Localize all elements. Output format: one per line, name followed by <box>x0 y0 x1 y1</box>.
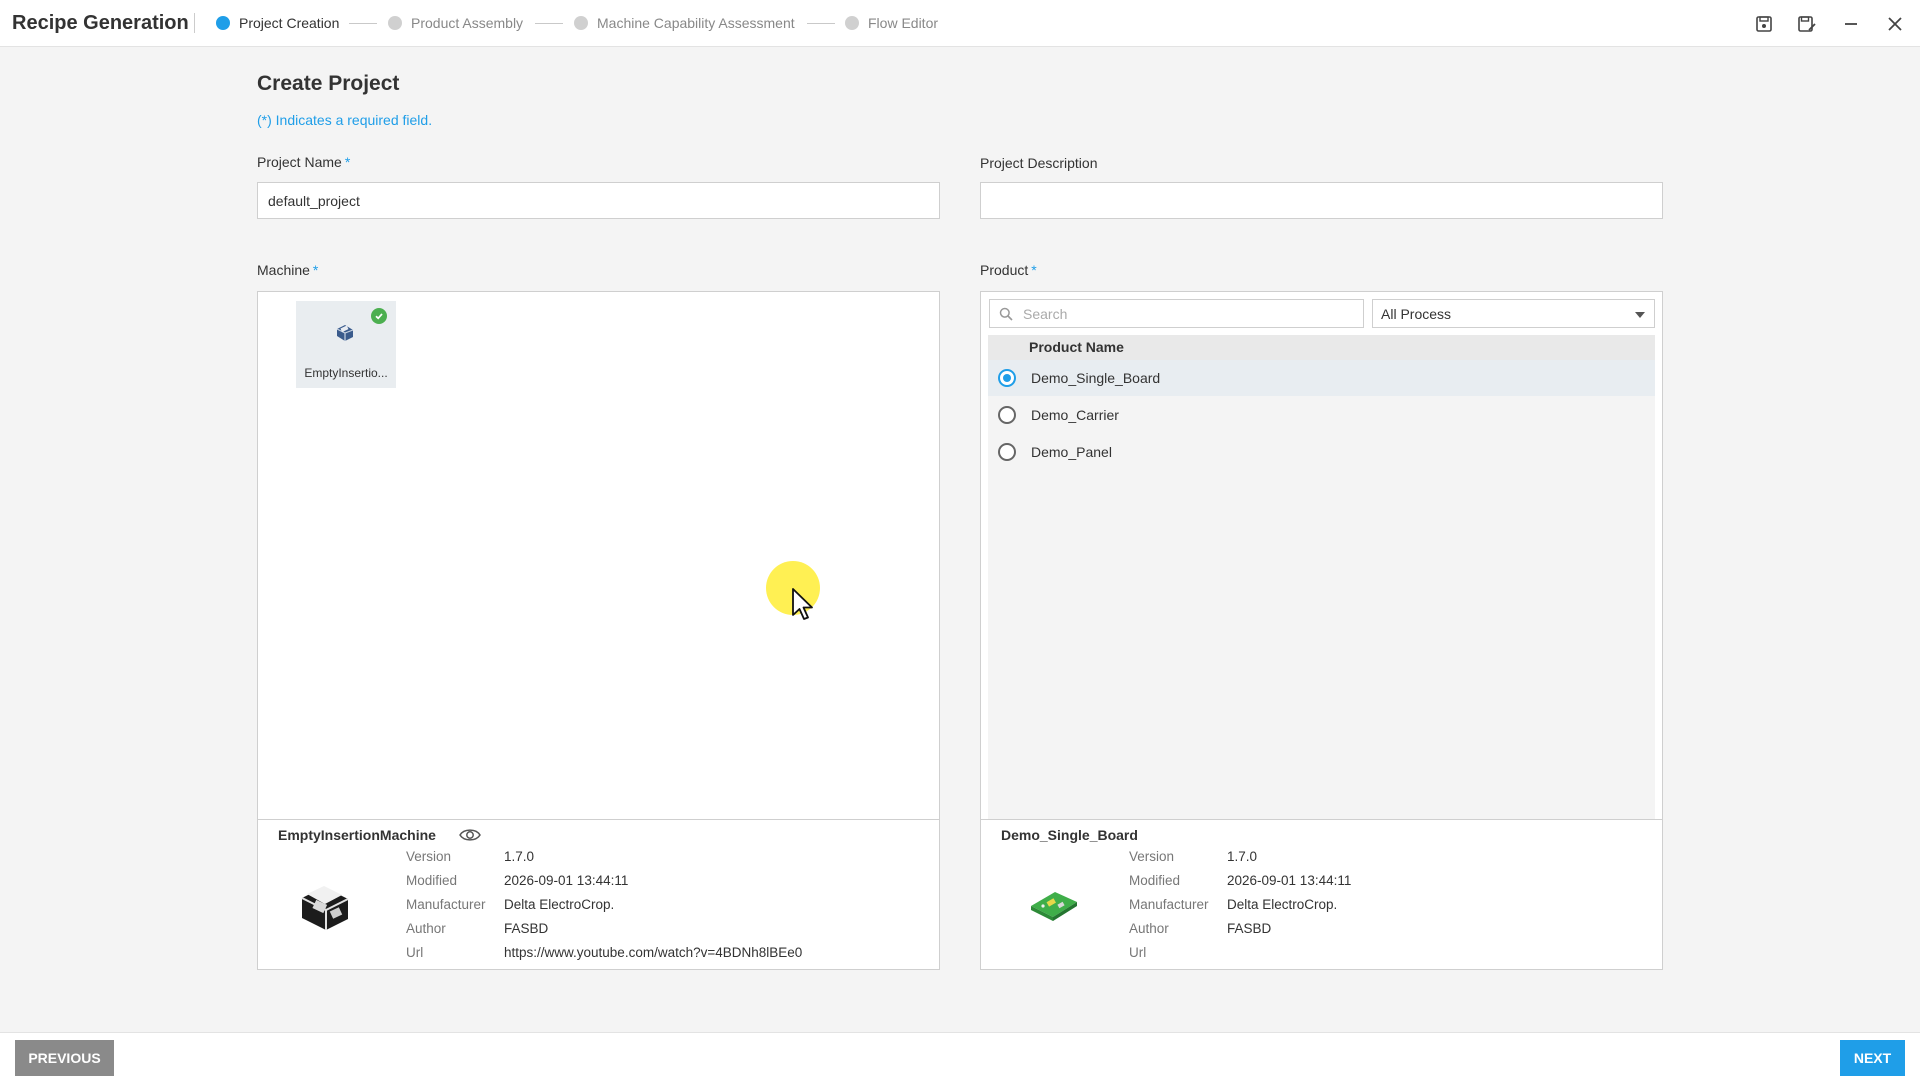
footer-bar: PREVIOUS NEXT <box>0 1032 1920 1080</box>
step-project-creation[interactable]: Project Creation <box>216 15 339 31</box>
step-connector <box>807 23 835 24</box>
product-detail-table: Version 1.7.0 Modified 2026-09-01 13:44:11… <box>1129 849 1351 969</box>
step-connector <box>535 23 563 24</box>
product-item-name: Demo_Carrier <box>1031 407 1119 423</box>
title-bar: Recipe Generation Project Creation Produ… <box>0 0 1920 47</box>
radio-selected-icon[interactable] <box>998 369 1016 387</box>
machine-label: Machine * <box>257 262 319 278</box>
step-label: Flow Editor <box>868 15 939 31</box>
step-indicator-icon <box>845 16 859 30</box>
step-product-assembly[interactable]: Product Assembly <box>388 15 523 31</box>
machine-image <box>301 886 349 930</box>
radio-icon[interactable] <box>998 443 1016 461</box>
project-description-label: Project Description <box>980 155 1098 171</box>
machine-tile[interactable]: EmptyInsertio... <box>296 301 396 388</box>
mouse-pointer-icon <box>792 588 813 620</box>
machine-detail-name: EmptyInsertionMachine <box>278 827 436 843</box>
save-icon[interactable] <box>1751 11 1777 37</box>
next-button[interactable]: NEXT <box>1840 1040 1905 1076</box>
product-name-column-header: Product Name <box>988 335 1655 360</box>
details-divider <box>981 819 1662 820</box>
header-divider <box>194 13 195 33</box>
step-indicator-icon <box>574 16 588 30</box>
search-input[interactable] <box>1023 305 1353 322</box>
project-name-label: Project Name * <box>257 154 351 170</box>
chevron-down-icon <box>1635 312 1645 318</box>
detail-row-manufacturer: Manufacturer Delta ElectroCrop. <box>1129 897 1338 912</box>
minimize-icon[interactable] <box>1838 11 1864 37</box>
step-label: Machine Capability Assessment <box>597 15 795 31</box>
list-item[interactable]: Demo_Carrier <box>988 397 1655 433</box>
product-label: Product * <box>980 262 1037 278</box>
machine-thumbnail-icon <box>336 325 354 341</box>
step-connector <box>349 23 377 24</box>
selected-check-icon <box>371 308 387 324</box>
product-item-name: Demo_Single_Board <box>1031 370 1161 386</box>
eye-icon[interactable] <box>458 826 482 848</box>
detail-row-version: Version 1.7.0 <box>1129 849 1258 864</box>
step-flow-editor[interactable]: Flow Editor <box>845 15 938 31</box>
list-item[interactable]: Demo_Single_Board <box>988 360 1655 396</box>
detail-row-author: Author FASBD <box>406 921 549 936</box>
previous-button[interactable]: PREVIOUS <box>15 1040 114 1076</box>
machine-panel: EmptyInsertio... EmptyInsertionMachine V… <box>257 291 940 970</box>
product-search[interactable] <box>989 299 1364 328</box>
step-indicator-icon <box>216 16 230 30</box>
step-indicator-icon <box>388 16 402 30</box>
process-filter-select[interactable]: All Process <box>1372 299 1655 328</box>
step-label: Project Creation <box>239 15 340 31</box>
detail-row-author: Author FASBD <box>1129 921 1272 936</box>
save-as-icon[interactable] <box>1794 11 1820 37</box>
product-panel: All Process Product Name Demo_Single_Boa… <box>980 291 1663 970</box>
product-image <box>1031 892 1077 921</box>
app-title: Recipe Generation <box>12 12 189 34</box>
machine-tile-label: EmptyInsertio... <box>304 366 388 380</box>
detail-row-manufacturer: Manufacturer Delta ElectroCrop. <box>406 897 615 912</box>
detail-row-url: Url <box>1129 945 1147 960</box>
detail-row-modified: Modified 2026-09-01 13:44:11 <box>1129 873 1352 888</box>
project-description-input[interactable] <box>980 182 1663 219</box>
detail-row-version: Version 1.7.0 <box>406 849 535 864</box>
search-icon <box>999 307 1013 321</box>
close-icon[interactable] <box>1882 11 1908 37</box>
step-label: Product Assembly <box>411 15 524 31</box>
page-title: Create Project <box>257 72 400 95</box>
project-name-input[interactable] <box>257 182 940 219</box>
detail-row-url: Url https://www.youtube.com/watch?v=4BDNh… <box>406 945 803 960</box>
radio-icon[interactable] <box>998 406 1016 424</box>
step-machine-capability-assessment[interactable]: Machine Capability Assessment <box>574 15 795 31</box>
product-item-name: Demo_Panel <box>1031 444 1112 460</box>
details-divider <box>258 819 939 820</box>
machine-detail-table: Version 1.7.0 Modified 2026-09-01 13:44:11… <box>406 849 802 969</box>
product-list: Product Name Demo_Single_Board Demo_Carr… <box>988 335 1655 819</box>
process-filter-value: All Process <box>1381 306 1452 322</box>
product-detail-name: Demo_Single_Board <box>1001 827 1138 843</box>
detail-row-modified: Modified 2026-09-01 13:44:11 <box>406 873 629 888</box>
list-item[interactable]: Demo_Panel <box>988 434 1655 470</box>
required-field-note: (*) Indicates a required field. <box>257 112 433 128</box>
